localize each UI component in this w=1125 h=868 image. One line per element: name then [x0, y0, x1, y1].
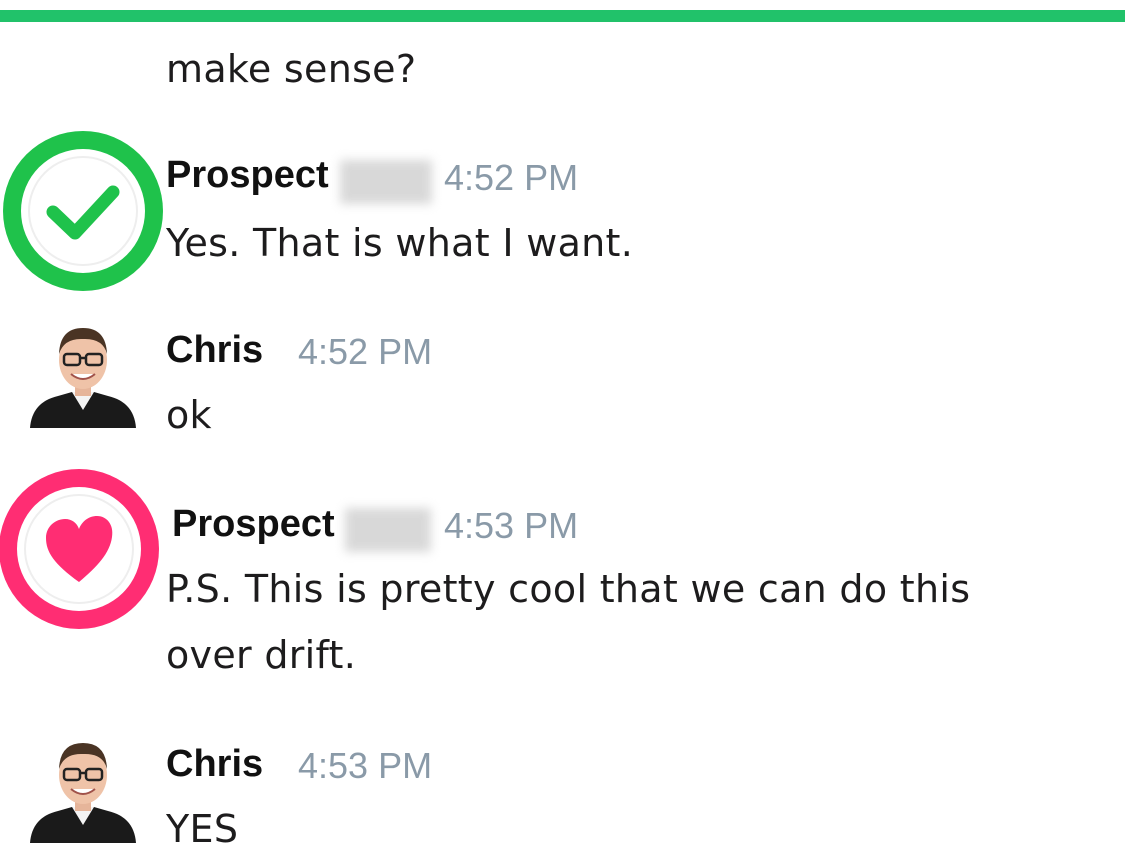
checkmark-circle-icon — [3, 131, 163, 291]
timestamp: 4:52 PM — [298, 331, 433, 372]
message-text: YES — [166, 807, 239, 851]
avatar-chris — [30, 743, 136, 843]
message-text: ok — [166, 393, 212, 437]
redacted-name-blur — [340, 160, 432, 204]
message-text: Yes. That is what I want. — [166, 221, 634, 265]
sender-name: Prospect — [166, 154, 329, 196]
timestamp: 4:53 PM — [444, 505, 579, 546]
message-text: P.S. This is pretty cool that we can do … — [166, 567, 971, 611]
timestamp: 4:53 PM — [298, 745, 433, 786]
sender-name: Chris — [166, 743, 264, 785]
top-accent-bar — [0, 10, 1125, 22]
timestamp: 4:52 PM — [444, 157, 579, 198]
message-text: make sense? — [166, 47, 417, 91]
heart-circle-icon — [0, 469, 159, 629]
redacted-name-blur — [345, 508, 431, 552]
sender-name: Chris — [166, 329, 264, 371]
message-text: over drift. — [166, 633, 357, 677]
sender-name: Prospect — [172, 503, 335, 545]
avatar-chris — [30, 328, 136, 428]
